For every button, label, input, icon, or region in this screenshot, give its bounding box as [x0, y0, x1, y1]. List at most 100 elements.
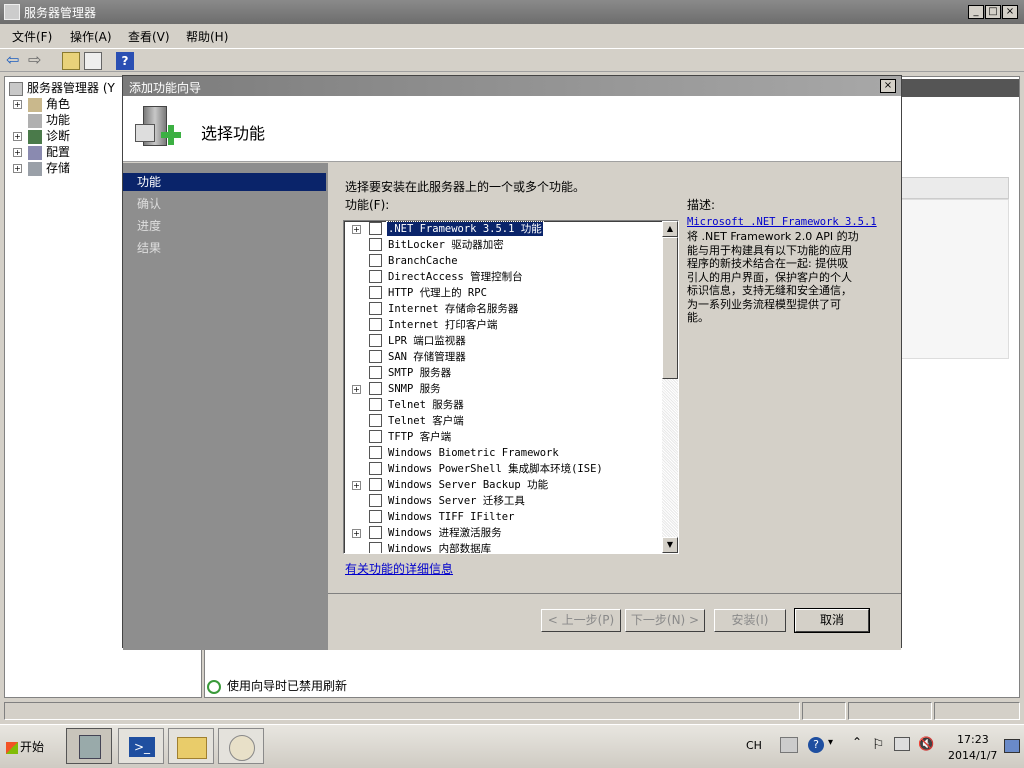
minimize-button[interactable]: _	[968, 5, 984, 19]
show-hide-console-tree-icon[interactable]	[84, 52, 102, 70]
feature-checkbox[interactable]	[369, 222, 382, 235]
feature-checkbox[interactable]	[369, 542, 382, 553]
description-link[interactable]: Microsoft .NET Framework 3.5.1	[687, 216, 877, 228]
expand-icon[interactable]: +	[352, 225, 361, 234]
taskbar-server-manager[interactable]	[66, 728, 112, 764]
feature-checkbox[interactable]	[369, 446, 382, 459]
feature-row[interactable]: Windows Biometric Framework	[344, 445, 662, 461]
feature-row[interactable]: BranchCache	[344, 253, 662, 269]
feature-checkbox[interactable]	[369, 398, 382, 411]
taskbar-paint[interactable]	[218, 728, 264, 764]
main-titlebar[interactable]: 服务器管理器 _ □ ×	[0, 0, 1024, 24]
back-arrow-icon[interactable]: ⇦	[6, 52, 24, 70]
clock-time[interactable]: 17:23	[957, 733, 989, 746]
step-features[interactable]: 功能	[123, 173, 326, 191]
feature-row[interactable]: BitLocker 驱动器加密	[344, 237, 662, 253]
feature-row[interactable]: Windows Server 迁移工具	[344, 493, 662, 509]
prev-button[interactable]: < 上一步(P)	[541, 609, 621, 632]
tree-item-configuration[interactable]: + 配置	[13, 143, 70, 160]
feature-row[interactable]: + .NET Framework 3.5.1 功能	[344, 221, 662, 237]
scroll-thumb[interactable]	[662, 237, 678, 379]
feature-row[interactable]: Internet 存储命名服务器	[344, 301, 662, 317]
feature-row[interactable]: Windows TIFF IFilter	[344, 509, 662, 525]
feature-row[interactable]: Telnet 客户端	[344, 413, 662, 429]
feature-checkbox[interactable]	[369, 382, 382, 395]
start-button[interactable]: 开始	[2, 729, 52, 763]
options-icon[interactable]: ▾	[828, 737, 833, 748]
tree-item-storage[interactable]: + 存储	[13, 159, 70, 176]
tree-item-roles[interactable]: + 角色	[13, 95, 70, 112]
scroll-up-button[interactable]: ▲	[662, 221, 678, 237]
feature-row[interactable]: Telnet 服务器	[344, 397, 662, 413]
close-button[interactable]: ×	[1002, 5, 1018, 19]
show-hidden-icons-icon[interactable]: ⌃	[852, 735, 862, 749]
wizard-titlebar[interactable]: 添加功能向导 ×	[123, 76, 901, 96]
feature-checkbox[interactable]	[369, 526, 382, 539]
feature-checkbox[interactable]	[369, 350, 382, 363]
up-folder-icon[interactable]	[62, 52, 80, 70]
help-icon[interactable]: ?	[116, 52, 134, 70]
feature-row[interactable]: DirectAccess 管理控制台	[344, 269, 662, 285]
wizard-close-button[interactable]: ×	[880, 79, 896, 93]
feature-checkbox[interactable]	[369, 478, 382, 491]
maximize-button[interactable]: □	[985, 5, 1001, 19]
feature-checkbox[interactable]	[369, 430, 382, 443]
install-button[interactable]: 安装(I)	[714, 609, 786, 632]
language-indicator[interactable]: CH	[746, 739, 762, 752]
expand-icon[interactable]: +	[352, 385, 361, 394]
feature-checkbox[interactable]	[369, 366, 382, 379]
feature-label: BranchCache	[388, 255, 458, 267]
next-button[interactable]: 下一步(N) >	[625, 609, 705, 632]
feature-row[interactable]: Windows PowerShell 集成脚本环境(ISE)	[344, 461, 662, 477]
expand-icon[interactable]: +	[13, 100, 22, 109]
feature-checkbox[interactable]	[369, 318, 382, 331]
feature-row[interactable]: SAN 存储管理器	[344, 349, 662, 365]
volume-muted-icon[interactable]: 🔇	[918, 737, 934, 752]
taskbar-explorer[interactable]	[168, 728, 214, 764]
tree-root[interactable]: 服务器管理器 (Y	[9, 79, 115, 96]
menu-view[interactable]: 查看(V)	[128, 28, 170, 45]
feature-row[interactable]: + SNMP 服务	[344, 381, 662, 397]
expand-icon[interactable]: +	[13, 164, 22, 173]
menu-action[interactable]: 操作(A)	[70, 28, 112, 45]
tree-item-diagnostics[interactable]: + 诊断	[13, 127, 70, 144]
expand-icon[interactable]: +	[13, 132, 22, 141]
forward-arrow-icon[interactable]: ⇨	[28, 52, 46, 70]
expand-icon[interactable]: +	[352, 529, 361, 538]
feature-checkbox[interactable]	[369, 414, 382, 427]
expand-icon[interactable]: +	[13, 148, 22, 157]
clock-date[interactable]: 2014/1/7	[948, 749, 997, 762]
expand-icon[interactable]: +	[352, 481, 361, 490]
feature-row[interactable]: + Windows Server Backup 功能	[344, 477, 662, 493]
feature-checkbox[interactable]	[369, 462, 382, 475]
features-list[interactable]: + .NET Framework 3.5.1 功能 BitLocker 驱动器加密 B…	[343, 220, 679, 554]
feature-row[interactable]: Windows 内部数据库	[344, 541, 662, 553]
tree-item-features[interactable]: 功能	[28, 111, 70, 128]
scroll-down-button[interactable]: ▼	[662, 537, 678, 553]
show-desktop-icon[interactable]	[1004, 739, 1020, 753]
feature-checkbox[interactable]	[369, 286, 382, 299]
feature-row[interactable]: SMTP 服务器	[344, 365, 662, 381]
keyboard-icon[interactable]	[780, 737, 798, 753]
feature-checkbox[interactable]	[369, 510, 382, 523]
feature-checkbox[interactable]	[369, 334, 382, 347]
features-scrollbar[interactable]: ▲ ▼	[662, 221, 678, 553]
cancel-button[interactable]: 取消	[794, 608, 870, 633]
feature-checkbox[interactable]	[369, 254, 382, 267]
network-icon[interactable]	[894, 737, 910, 751]
menu-file[interactable]: 文件(F)	[12, 28, 52, 45]
feature-checkbox[interactable]	[369, 302, 382, 315]
feature-checkbox[interactable]	[369, 238, 382, 251]
feature-row[interactable]: LPR 端口监视器	[344, 333, 662, 349]
feature-row[interactable]: HTTP 代理上的 RPC	[344, 285, 662, 301]
action-center-flag-icon[interactable]: ⚐	[872, 737, 885, 753]
feature-checkbox[interactable]	[369, 270, 382, 283]
feature-checkbox[interactable]	[369, 494, 382, 507]
taskbar-powershell[interactable]: >_	[118, 728, 164, 764]
feature-row[interactable]: + Windows 进程激活服务	[344, 525, 662, 541]
feature-row[interactable]: TFTP 客户端	[344, 429, 662, 445]
help-icon[interactable]: ?	[808, 737, 824, 753]
menu-help[interactable]: 帮助(H)	[186, 28, 228, 45]
more-info-link[interactable]: 有关功能的详细信息	[345, 560, 453, 577]
feature-row[interactable]: Internet 打印客户端	[344, 317, 662, 333]
